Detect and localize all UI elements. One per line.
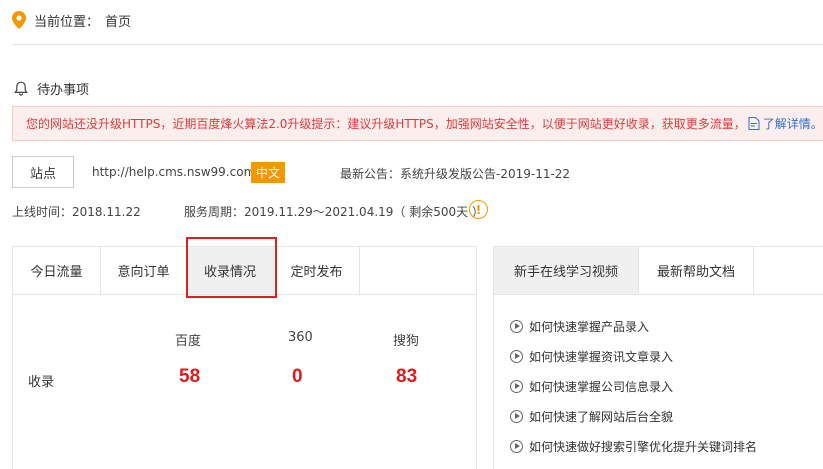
bell-icon — [14, 81, 28, 96]
play-icon — [510, 349, 523, 363]
video-title: 如何快速掌握资讯文章录入 — [529, 349, 674, 364]
learn-more-link[interactable]: 了解详情。 — [748, 115, 823, 132]
video-item[interactable]: 如何快速掌握公司信息录入 — [510, 371, 757, 401]
breadcrumb-label: 当前位置： — [34, 14, 100, 30]
service-period: 服务周期：2019.11.29～2021.04.19（ 剩余500天 ） — [184, 205, 484, 219]
tab-video-tutorials[interactable]: 新手在线学习视频 — [494, 247, 639, 294]
warning-icon[interactable]: ! — [469, 200, 488, 219]
stats-tabs: 今日流量 意向订单 收录情况 定时发布 — [13, 247, 476, 295]
stat-value-sogou: 83 — [396, 366, 418, 387]
stat-value-baidu: 58 — [179, 366, 201, 387]
stats-col-sogou: 搜狗 — [393, 334, 420, 349]
breadcrumb: 当前位置： 首页 — [12, 10, 131, 30]
stat-value-360: 0 — [292, 366, 303, 387]
breadcrumb-current[interactable]: 首页 — [105, 11, 131, 30]
language-badge: 中文 — [251, 162, 285, 183]
stats-col-360: 360 — [288, 330, 313, 345]
location-pin-icon — [12, 11, 26, 29]
todo-title: 待办事项 — [37, 82, 90, 98]
play-icon — [510, 439, 523, 453]
video-item[interactable]: 如何快速了解网站后台全貌 — [510, 401, 757, 431]
stats-row-label: 收录 — [28, 375, 55, 390]
play-icon — [510, 379, 523, 393]
video-item[interactable]: 如何快速掌握产品录入 — [510, 311, 757, 341]
video-list: 如何快速掌握产品录入 如何快速掌握资讯文章录入 如何快速掌握公司信息录入 如何快… — [510, 311, 757, 461]
learn-more-label: 了解详情。 — [762, 117, 823, 131]
tab-scheduled-publish[interactable]: 定时发布 — [274, 247, 360, 294]
todo-section-title: 待办事项 — [14, 78, 89, 98]
play-icon — [510, 409, 523, 423]
document-icon — [748, 117, 760, 130]
video-item[interactable]: 如何快速做好搜索引擎优化提升关键词排名 — [510, 431, 757, 461]
tab-intent-orders[interactable]: 意向订单 — [101, 247, 187, 294]
stats-col-baidu: 百度 — [175, 334, 202, 349]
video-title: 如何快速做好搜索引擎优化提升关键词排名 — [529, 439, 758, 454]
divider — [12, 44, 823, 45]
site-url[interactable]: http://help.cms.nsw99.com — [92, 165, 255, 179]
https-notice: 您的网站还没升级HTTPS，近期百度烽火算法2.0升级提示：建议升级HTTPS，… — [12, 106, 823, 141]
site-button[interactable]: 站点 — [12, 156, 74, 188]
video-title: 如何快速了解网站后台全貌 — [529, 409, 674, 424]
notice-text: 您的网站还没升级HTTPS，近期百度烽火算法2.0升级提示：建议升级HTTPS，… — [26, 117, 746, 131]
play-icon — [510, 319, 523, 333]
tab-help-docs[interactable]: 最新帮助文档 — [639, 247, 754, 294]
video-item[interactable]: 如何快速掌握资讯文章录入 — [510, 341, 757, 371]
video-title: 如何快速掌握公司信息录入 — [529, 379, 674, 394]
latest-announcement[interactable]: 最新公告：系统升级发版公告-2019-11-22 — [340, 165, 570, 182]
video-title: 如何快速掌握产品录入 — [529, 319, 650, 334]
stats-panel: 今日流量 意向订单 收录情况 定时发布 — [12, 246, 477, 469]
tab-index-status[interactable]: 收录情况 — [187, 247, 274, 294]
online-time: 上线时间：2018.11.22 — [12, 205, 141, 219]
help-tabs: 新手在线学习视频 最新帮助文档 — [494, 247, 823, 295]
tab-today-traffic[interactable]: 今日流量 — [13, 247, 101, 294]
